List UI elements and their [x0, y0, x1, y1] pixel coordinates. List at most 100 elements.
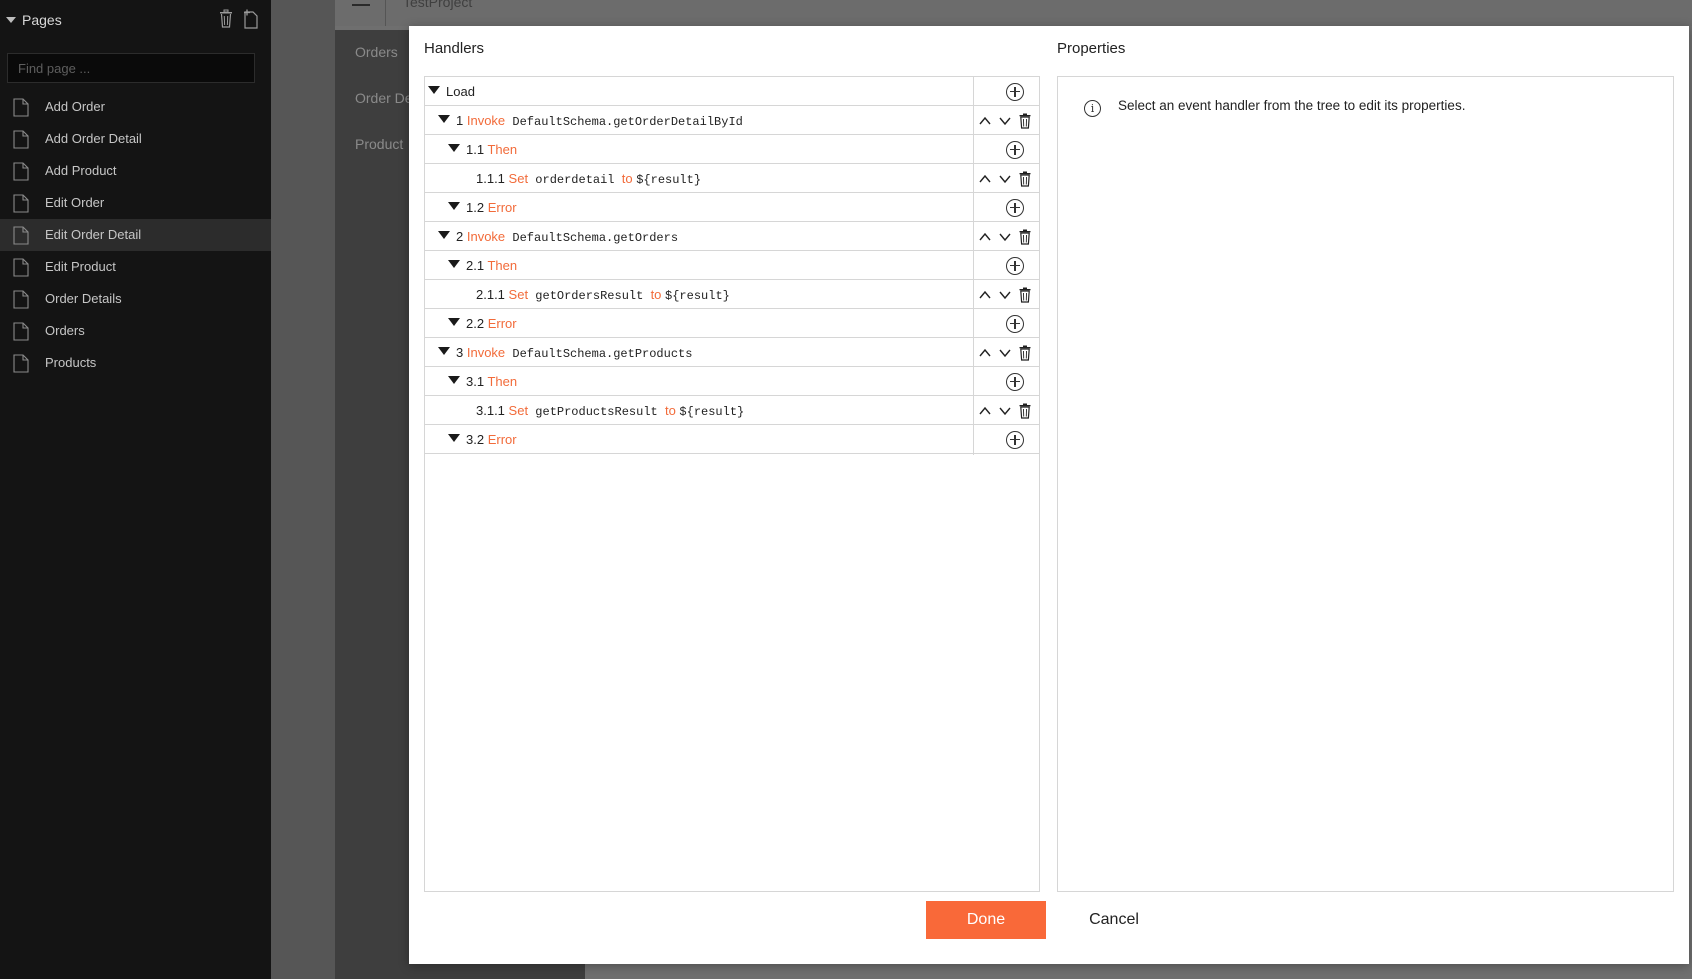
tree-row-to: to: [664, 403, 676, 418]
page-item-add-order-detail[interactable]: Add Order Detail: [0, 123, 271, 155]
move-up-icon[interactable]: [977, 113, 993, 129]
hamburger-menu-icon: [352, 0, 370, 6]
page-item-label: Add Order: [45, 99, 105, 114]
page-item-products[interactable]: Products: [0, 347, 271, 379]
page-item-label: Edit Product: [45, 259, 116, 274]
tree-row-to: to: [650, 287, 662, 302]
move-up-icon[interactable]: [977, 345, 993, 361]
expand-triangle-icon[interactable]: [448, 318, 460, 326]
page-item-edit-order-detail[interactable]: Edit Order Detail: [0, 219, 271, 251]
tree-row-set[interactable]: 2.1.1 Set getOrdersResult to ${result}: [425, 280, 1039, 309]
expand-triangle-icon[interactable]: [448, 260, 460, 268]
delete-icon[interactable]: [1017, 229, 1033, 245]
expand-triangle-icon[interactable]: [448, 144, 460, 152]
tree-row-number: 3.1.1: [476, 403, 505, 418]
page-icon: [13, 194, 29, 213]
page-item-edit-order[interactable]: Edit Order: [0, 187, 271, 219]
move-down-icon[interactable]: [997, 171, 1013, 187]
background-topbar: [335, 0, 1692, 26]
tree-row-keyword: Invoke: [466, 229, 506, 244]
add-handler-icon[interactable]: [1006, 373, 1024, 391]
move-up-icon[interactable]: [977, 229, 993, 245]
page-icon: [13, 354, 29, 373]
trash-icon[interactable]: [218, 9, 234, 29]
move-down-icon[interactable]: [997, 113, 1013, 129]
expand-triangle-icon[interactable]: [438, 231, 450, 239]
expand-triangle-icon[interactable]: [448, 434, 460, 442]
tree-row-code: DefaultSchema.getOrders: [512, 231, 679, 245]
tree-row-keyword: Then: [487, 258, 518, 273]
page-item-add-order[interactable]: Add Order: [0, 91, 271, 123]
move-down-icon[interactable]: [997, 345, 1013, 361]
tree-row-keyword: Then: [487, 142, 518, 157]
tree-row-error[interactable]: 2.2 Error: [425, 309, 1039, 338]
tree-row-number: 2.1: [466, 258, 485, 273]
page-item-orders[interactable]: Orders: [0, 315, 271, 347]
done-button[interactable]: Done: [926, 901, 1046, 939]
tree-row-error[interactable]: 3.2 Error: [425, 425, 1039, 454]
pages-list: Add Order Add Order Detail Add Product E…: [0, 91, 271, 379]
page-item-order-details[interactable]: Order Details: [0, 283, 271, 315]
find-page-input[interactable]: [7, 53, 255, 83]
add-handler-icon[interactable]: [1006, 141, 1024, 159]
expand-triangle-icon[interactable]: [438, 347, 450, 355]
caret-down-icon[interactable]: [6, 17, 16, 23]
add-handler-icon[interactable]: [1006, 315, 1024, 333]
tree-row-code: getProductsResult: [535, 405, 658, 419]
tree-row-invoke[interactable]: 2 Invoke DefaultSchema.getOrders: [425, 222, 1039, 251]
tree-row-code: orderdetail: [535, 173, 615, 187]
topbar-divider: [385, 0, 386, 26]
delete-icon[interactable]: [1017, 287, 1033, 303]
background-footer: [335, 964, 585, 979]
tree-row-value: ${result}: [665, 289, 730, 303]
tree-row-text: 2.1 Then: [466, 258, 517, 273]
pages-sidebar: Pages Add Order Add Order Detail Add Pro…: [0, 0, 271, 979]
expand-triangle-icon[interactable]: [438, 115, 450, 123]
tree-row-then[interactable]: 1.1 Then: [425, 135, 1039, 164]
tree-row-set[interactable]: 1.1.1 Set orderdetail to ${result}: [425, 164, 1039, 193]
add-handler-icon[interactable]: [1006, 431, 1024, 449]
move-up-icon[interactable]: [977, 287, 993, 303]
move-down-icon[interactable]: [997, 287, 1013, 303]
tree-row-error[interactable]: 1.2 Error: [425, 193, 1039, 222]
page-item-label: Edit Order Detail: [45, 227, 142, 242]
move-up-icon[interactable]: [977, 171, 993, 187]
new-page-icon[interactable]: [243, 9, 259, 29]
tree-row-text: 3.1.1 Set getProductsResult to ${result}: [476, 403, 744, 419]
expand-triangle-icon[interactable]: [448, 376, 460, 384]
move-up-icon[interactable]: [977, 403, 993, 419]
page-icon: [13, 130, 29, 149]
tree-row-code: getOrdersResult: [535, 289, 644, 303]
tree-row-text: 1.1 Then: [466, 142, 517, 157]
delete-icon[interactable]: [1017, 171, 1033, 187]
pages-header[interactable]: Pages: [0, 0, 271, 44]
expand-triangle-icon[interactable]: [428, 86, 440, 94]
tree-row-set[interactable]: 3.1.1 Set getProductsResult to ${result}: [425, 396, 1039, 425]
page-item-label: Edit Order: [45, 195, 105, 210]
add-handler-icon[interactable]: [1006, 83, 1024, 101]
tree-row-number: 1.1.1: [476, 171, 505, 186]
add-handler-icon[interactable]: [1006, 199, 1024, 217]
delete-icon[interactable]: [1017, 113, 1033, 129]
page-icon: [13, 258, 29, 277]
tree-row-load[interactable]: Load: [425, 77, 1039, 106]
add-handler-icon[interactable]: [1006, 257, 1024, 275]
tree-row-invoke[interactable]: 1 Invoke DefaultSchema.getOrderDetailByI…: [425, 106, 1039, 135]
properties-panel: i Select an event handler from the tree …: [1057, 76, 1674, 892]
tree-row-text: 3.1 Then: [466, 374, 517, 389]
tree-row-then[interactable]: 3.1 Then: [425, 367, 1039, 396]
page-icon: [13, 290, 29, 309]
expand-triangle-icon[interactable]: [448, 202, 460, 210]
tree-row-then[interactable]: 2.1 Then: [425, 251, 1039, 280]
page-item-add-product[interactable]: Add Product: [0, 155, 271, 187]
delete-icon[interactable]: [1017, 345, 1033, 361]
page-item-edit-product[interactable]: Edit Product: [0, 251, 271, 283]
tree-row-invoke[interactable]: 3 Invoke DefaultSchema.getProducts: [425, 338, 1039, 367]
cancel-button[interactable]: Cancel: [1079, 901, 1149, 939]
move-down-icon[interactable]: [997, 403, 1013, 419]
tree-row-text: 1 Invoke DefaultSchema.getOrderDetailByI…: [456, 113, 743, 129]
tree-row-value: ${result}: [636, 173, 702, 187]
move-down-icon[interactable]: [997, 229, 1013, 245]
delete-icon[interactable]: [1017, 403, 1033, 419]
tree-row-number: 1: [456, 113, 464, 128]
